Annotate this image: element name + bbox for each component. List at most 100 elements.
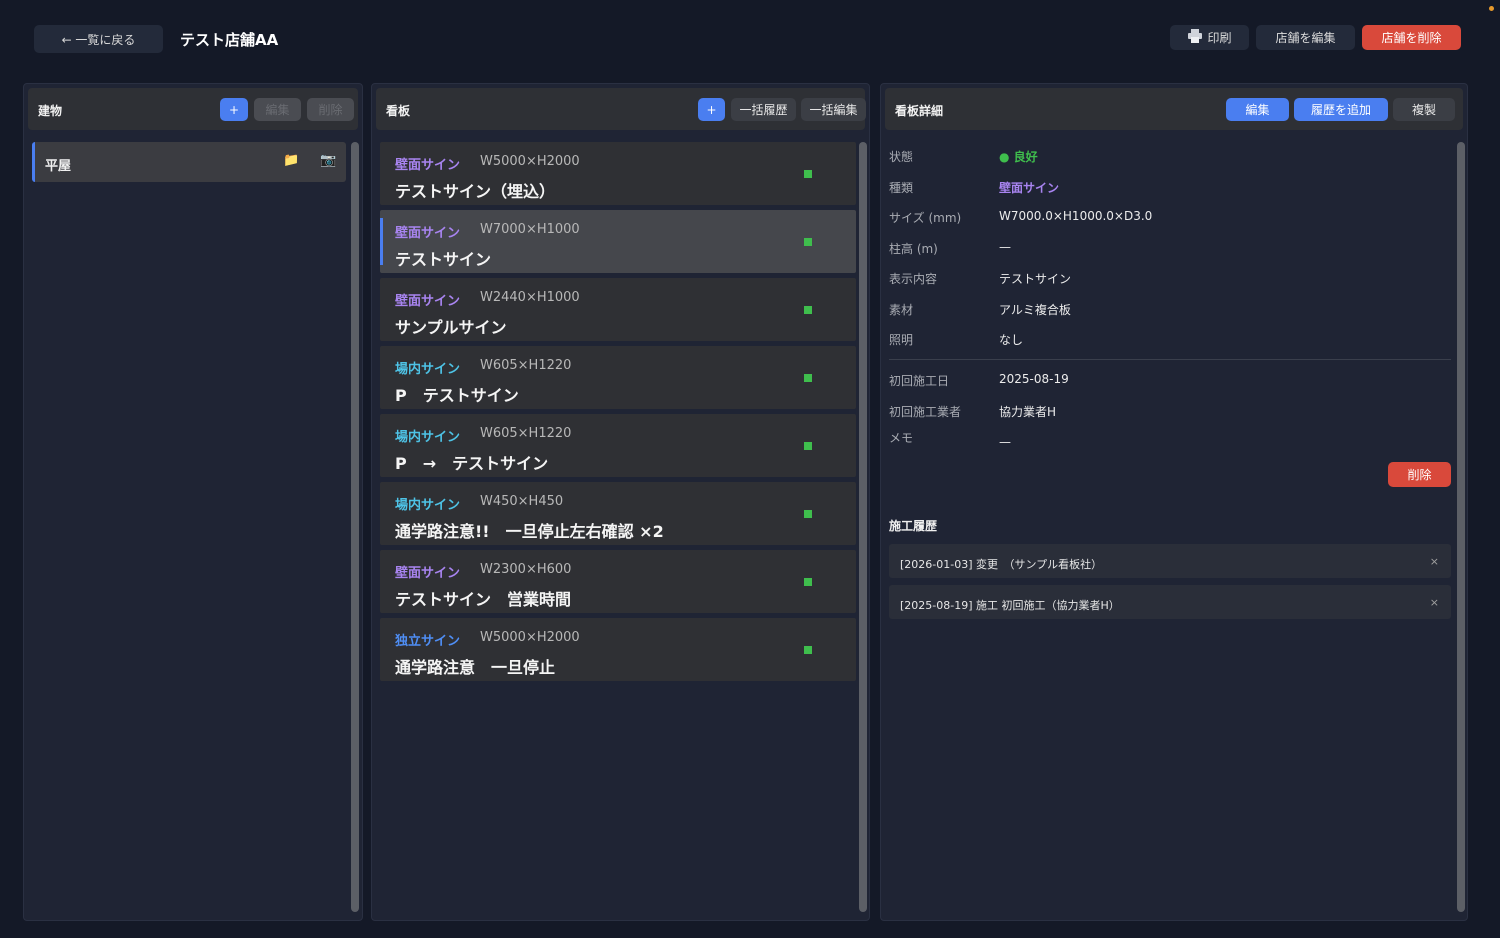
first-date-value: 2025-08-19 [999, 372, 1069, 386]
sign-card[interactable]: 壁面サイン W5000×H2000 テストサイン（埋込） [380, 142, 856, 205]
pole-height-label: 柱高 (m) [889, 242, 938, 256]
add-history-label: 履歴を追加 [1310, 103, 1371, 117]
sign-card[interactable]: 壁面サイン W7000×H1000 テストサイン [380, 210, 856, 273]
camera-icon[interactable]: 📷 [320, 153, 336, 168]
back-label: ← 一覧に戻る [61, 32, 136, 47]
sign-name: P → テストサイン [395, 454, 549, 473]
close-icon[interactable]: × [1430, 596, 1439, 609]
history-title: 施工履歴 [889, 519, 938, 533]
notification-dot [1489, 6, 1494, 11]
top-bar: ← 一覧に戻る テスト店舗AA 印刷 店舗を編集 店舗を削除 [0, 0, 1500, 80]
detail-panel-header: 看板詳細 編集 履歴を追加 複製 [885, 88, 1463, 130]
sign-card[interactable]: 場内サイン W605×H1220 P テストサイン [380, 346, 856, 409]
lighting-label: 照明 [889, 333, 914, 347]
sign-size: W605×H1220 [480, 358, 572, 373]
sign-card[interactable]: 場内サイン W605×H1220 P → テストサイン [380, 414, 856, 477]
status-value: ● 良好 [999, 148, 1038, 165]
signs-panel: 看板 + 一括履歴 一括編集 壁面サイン W5000×H2000 テストサイン（埋込… [371, 83, 870, 921]
sign-type: 場内サイン [395, 498, 461, 513]
detail-row-first-contractor: 初回施工業者 協力業者H [889, 403, 1459, 423]
sign-card[interactable]: 壁面サイン W2440×H1000 サンプルサイン [380, 278, 856, 341]
sign-type: 壁面サイン [395, 294, 461, 309]
delete-store-label: 店舗を削除 [1381, 31, 1442, 45]
sign-card[interactable]: 場内サイン W450×H450 通学路注意!! 一旦停止左右確認 ×2 [380, 482, 856, 545]
sign-name: テストサイン（埋込） [395, 182, 556, 201]
building-item[interactable]: 平屋 📁 📷 [32, 142, 346, 182]
status-dot-icon: ● [999, 150, 1010, 164]
sign-size: W2300×H600 [480, 562, 572, 577]
first-contractor-label: 初回施工業者 [889, 405, 962, 419]
edit-building-label: 編集 [265, 103, 290, 117]
back-to-list-button[interactable]: ← 一覧に戻る [34, 25, 163, 53]
sign-size: W5000×H2000 [480, 630, 580, 645]
close-icon[interactable]: × [1430, 555, 1439, 568]
edit-store-button[interactable]: 店舗を編集 [1256, 25, 1355, 50]
sign-type: 場内サイン [395, 430, 461, 445]
sign-type: 場内サイン [395, 362, 461, 377]
sign-name: 通学路注意 一旦停止 [395, 658, 556, 677]
detail-scrollbar[interactable] [1457, 142, 1465, 912]
bulk-history-button[interactable]: 一括履歴 [731, 98, 796, 121]
pole-height-value: — [999, 240, 1011, 254]
delete-building-label: 削除 [318, 103, 343, 117]
delete-sign-label: 削除 [1407, 468, 1432, 482]
lighting-value: なし [999, 333, 1024, 347]
detail-row-first-date: 初回施工日 2025-08-19 [889, 372, 1459, 392]
sign-card[interactable]: 独立サイン W5000×H2000 通学路注意 一旦停止 [380, 618, 856, 681]
sign-size: W450×H450 [480, 494, 564, 509]
delete-sign-button[interactable]: 削除 [1388, 462, 1451, 487]
size-label: サイズ (mm) [889, 211, 962, 225]
add-building-button[interactable]: + [220, 98, 248, 121]
content-value: テストサイン [999, 272, 1072, 286]
duplicate-sign-button[interactable]: 複製 [1393, 98, 1455, 121]
page-title: テスト店舗AA [180, 31, 279, 49]
kind-value: 壁面サイン [999, 181, 1060, 195]
print-label: 印刷 [1207, 31, 1232, 45]
kind-label: 種類 [889, 181, 914, 195]
history-item: [2025-08-19] 施工 初回施工（協力業者H） × [889, 585, 1451, 619]
printer-icon [1187, 29, 1203, 46]
delete-store-button[interactable]: 店舗を削除 [1362, 25, 1461, 50]
detail-row-memo: メモ — [889, 429, 1459, 459]
sign-card[interactable]: 壁面サイン W2300×H600 テストサイン 営業時間 [380, 550, 856, 613]
detail-row-material: 素材 アルミ複合板 [889, 301, 1459, 321]
status-square-icon [804, 510, 812, 518]
edit-building-button[interactable]: 編集 [254, 98, 301, 121]
content-label: 表示内容 [889, 272, 938, 286]
history-text: [2026-01-03] 変更 （サンプル看板社） [900, 558, 1103, 571]
first-date-label: 初回施工日 [889, 374, 950, 388]
duplicate-label: 複製 [1411, 103, 1436, 117]
status-square-icon [804, 374, 812, 382]
bulk-history-label: 一括履歴 [739, 103, 788, 117]
edit-store-label: 店舗を編集 [1275, 31, 1336, 45]
sign-name: テストサイン 営業時間 [395, 590, 572, 609]
detail-row-content: 表示内容 テストサイン [889, 270, 1459, 290]
material-value: アルミ複合板 [999, 303, 1071, 317]
status-square-icon [804, 442, 812, 450]
status-text: 良好 [1013, 150, 1038, 164]
sign-size: W5000×H2000 [480, 154, 580, 169]
size-value: W7000.0×H1000.0×D3.0 [999, 209, 1153, 223]
add-sign-button[interactable]: + [698, 98, 725, 121]
add-history-button[interactable]: 履歴を追加 [1294, 98, 1388, 121]
memo-value: — [999, 435, 1011, 449]
buildings-scrollbar[interactable] [351, 142, 359, 912]
status-label: 状態 [889, 150, 914, 164]
history-item: [2026-01-03] 変更 （サンプル看板社） × [889, 544, 1451, 578]
status-square-icon [804, 646, 812, 654]
sign-name: 通学路注意!! 一旦停止左右確認 ×2 [395, 522, 664, 541]
signs-scrollbar[interactable] [859, 142, 867, 912]
sign-name: サンプルサイン [395, 318, 507, 337]
detail-row-pole-height: 柱高 (m) — [889, 240, 1459, 260]
sign-size: W605×H1220 [480, 426, 572, 441]
detail-row-size: サイズ (mm) W7000.0×H1000.0×D3.0 [889, 209, 1459, 229]
status-square-icon [804, 306, 812, 314]
folder-icon[interactable]: 📁 [283, 153, 299, 168]
bulk-edit-button[interactable]: 一括編集 [801, 98, 866, 121]
print-button[interactable]: 印刷 [1170, 25, 1249, 50]
detail-row-lighting: 照明 なし [889, 331, 1459, 351]
delete-building-button[interactable]: 削除 [307, 98, 354, 121]
signs-panel-title: 看板 [386, 104, 411, 118]
sign-detail-panel: 看板詳細 編集 履歴を追加 複製 状態 ● 良好 種類 壁面サイン サイズ (m… [880, 83, 1468, 921]
edit-sign-button[interactable]: 編集 [1226, 98, 1289, 121]
